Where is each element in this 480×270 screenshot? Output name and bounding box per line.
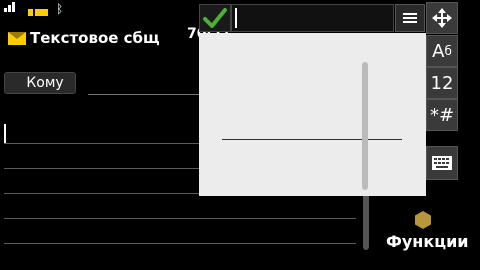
options-hex-icon — [415, 211, 431, 229]
keyboard-button[interactable] — [426, 146, 458, 180]
input-preview-field[interactable] — [231, 4, 394, 32]
recipient-label: Кому — [26, 75, 64, 91]
alpha-mode-button[interactable]: Aб — [426, 35, 458, 67]
handwriting-panel[interactable] — [199, 33, 426, 196]
confirm-button[interactable] — [199, 4, 231, 32]
text-cursor — [4, 124, 6, 144]
envelope-icon — [8, 31, 26, 45]
battery-icon — [28, 9, 48, 16]
move-arrows-icon — [432, 8, 452, 28]
message-line[interactable] — [4, 218, 356, 219]
signal-icon — [4, 2, 18, 18]
message-line[interactable] — [4, 243, 356, 244]
symbol-mode-label: *# — [429, 104, 455, 126]
message-header: Текстовое сбщ — [8, 26, 160, 50]
numeric-mode-label: 12 — [430, 72, 454, 94]
menu-button[interactable] — [395, 4, 425, 32]
alpha-mode-sub: б — [444, 44, 452, 58]
symbol-mode-button[interactable]: *# — [426, 99, 458, 131]
page-title: Текстовое сбщ — [30, 29, 160, 47]
status-bar: ᛒ — [0, 0, 200, 22]
bluetooth-icon: ᛒ — [56, 2, 64, 16]
numeric-mode-button[interactable]: 12 — [426, 67, 458, 99]
functions-softkey[interactable]: Функции — [386, 232, 469, 251]
panel-scrollbar — [362, 62, 368, 190]
menu-icon — [403, 11, 417, 25]
check-icon — [203, 8, 227, 28]
alpha-mode-label: A — [432, 40, 445, 62]
writing-baseline — [222, 139, 402, 140]
move-button[interactable] — [426, 2, 458, 34]
recipient-button[interactable]: Кому — [4, 72, 76, 94]
keyboard-icon — [432, 156, 452, 170]
input-caret — [235, 8, 237, 28]
